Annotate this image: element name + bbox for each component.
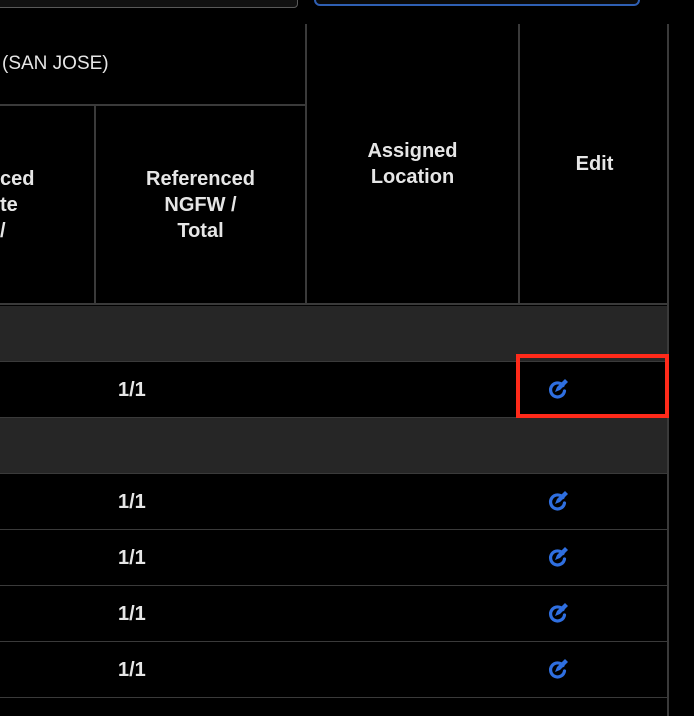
highlight-box	[516, 354, 669, 418]
column-header-edit: Edit	[520, 24, 669, 304]
column-header-assigned-location-label: Assigned Location	[367, 140, 458, 188]
column-header-referenced-ngfw-label: Referenced NGFW / Total	[146, 168, 255, 242]
column-header-referenced-site-label: ced te /	[0, 168, 35, 242]
table-row[interactable]: 1/1	[0, 474, 667, 530]
column-header-edit-label: Edit	[575, 153, 614, 175]
edit-icon[interactable]	[546, 544, 570, 570]
filter-input[interactable]	[0, 0, 298, 8]
table-row[interactable]: 1/1	[0, 642, 667, 698]
column-header-referenced-site[interactable]: ced te /	[0, 106, 96, 304]
referenced-ngfw-cell: 1/1	[118, 490, 146, 513]
table-group-row	[0, 418, 667, 474]
edit-icon[interactable]	[546, 488, 570, 514]
referenced-ngfw-cell: 1/1	[118, 378, 146, 401]
referenced-ngfw-cell: 1/1	[118, 602, 146, 625]
edit-icon[interactable]	[546, 600, 570, 626]
table-row[interactable]: 1/1	[0, 586, 667, 642]
column-header-referenced-ngfw[interactable]: Referenced NGFW / Total	[96, 106, 307, 304]
edit-icon[interactable]	[546, 656, 570, 682]
column-header-assigned-location[interactable]: Assigned Location	[307, 24, 520, 304]
column-group-header-label: (SAN JOSE)	[2, 53, 109, 74]
referenced-ngfw-cell: 1/1	[118, 546, 146, 569]
top-toolbar	[0, 0, 694, 24]
header-divider	[0, 303, 669, 305]
referenced-ngfw-cell: 1/1	[118, 658, 146, 681]
table-row[interactable]: 1/1	[0, 530, 667, 586]
column-group-header: (SAN JOSE)	[0, 24, 307, 106]
primary-action-button[interactable]	[314, 0, 640, 6]
